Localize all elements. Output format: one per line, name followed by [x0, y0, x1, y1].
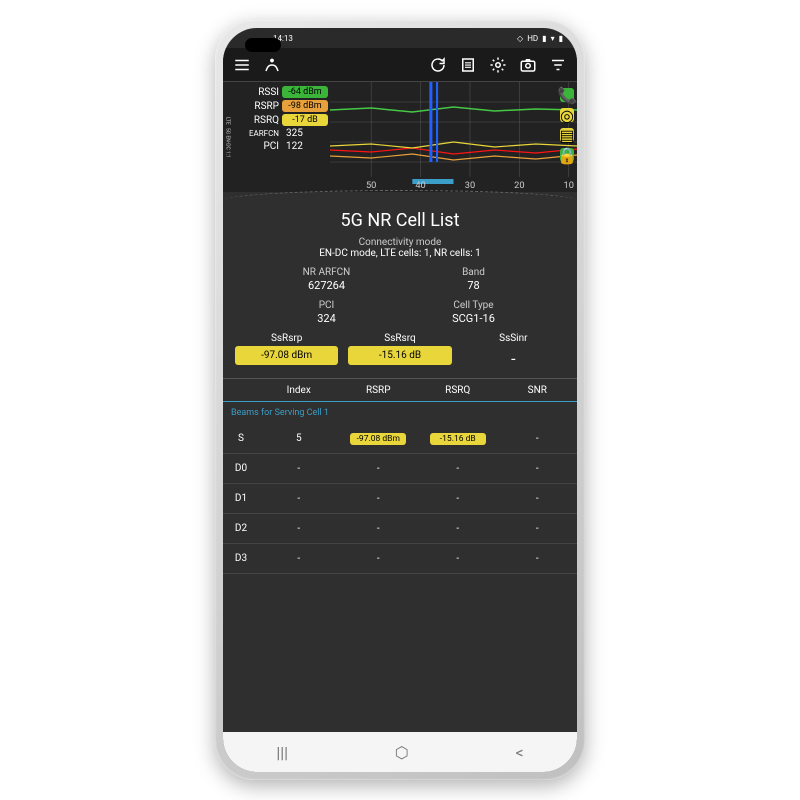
camera-notch [245, 38, 281, 52]
sssinr-label: SsSinr [462, 333, 565, 344]
recents-button[interactable]: ||| [276, 743, 288, 762]
rsrq-label: RSRQ [243, 115, 279, 126]
band-label: Band [400, 267, 547, 278]
beams-label: Beams for Serving Cell 1 [223, 402, 577, 424]
ssrsrp-label: SsRsrp [235, 333, 338, 344]
hd-indicator: HD [527, 34, 538, 43]
signal-chart: LTE 5G EN-DC 1:1 RSSI -64 dBm RSRP -98 d… [223, 82, 577, 192]
nr-pci-label: PCI [253, 300, 400, 311]
main-content: LTE 5G EN-DC 1:1 RSSI -64 dBm RSRP -98 d… [223, 82, 577, 732]
rsrq-value: -17 dB [282, 114, 328, 126]
table-row[interactable]: D3---- [223, 544, 577, 574]
svg-text:30: 30 [465, 181, 475, 191]
earfcn-label: EARFCN [243, 129, 279, 138]
table-header: Index RSRP RSRQ SNR [223, 378, 577, 402]
chart-sidetag: LTE 5G EN-DC 1:1 [223, 82, 232, 192]
celltype-label: Cell Type [400, 300, 547, 311]
app-toolbar [223, 48, 577, 82]
table-row[interactable]: D1---- [223, 484, 577, 514]
refresh-icon[interactable] [425, 52, 451, 78]
chart-phone-icon[interactable]: 📞 [560, 88, 574, 102]
rsrp-value: -98 dBm [282, 100, 328, 112]
home-button[interactable]: ⬡ [395, 743, 409, 762]
sssinr-value: - [462, 346, 565, 368]
rssi-value: -64 dBm [282, 86, 328, 98]
ssrsrp-value: -97.08 dBm [235, 346, 338, 365]
ssrsrq-value: -15.16 dB [348, 346, 451, 365]
nr-pci-value: 324 [253, 312, 400, 325]
signal-icon: ▮ [542, 34, 546, 43]
table-row[interactable]: S5-97.08 dBm-15.16 dB- [223, 424, 577, 454]
back-button[interactable]: < [515, 743, 523, 762]
divider [223, 192, 577, 208]
sort-icon[interactable] [545, 52, 571, 78]
pci-value: 122 [282, 141, 328, 152]
location-icon: ◇ [517, 34, 523, 43]
connectivity-value: EN-DC mode, LTE cells: 1, NR cells: 1 [223, 248, 577, 259]
arfcn-value: 627264 [253, 279, 400, 292]
camera-icon[interactable] [515, 52, 541, 78]
list-icon[interactable] [455, 52, 481, 78]
settings-icon[interactable] [485, 52, 511, 78]
earfcn-value: 325 [282, 128, 328, 139]
svg-text:20: 20 [514, 181, 524, 191]
pci-label: PCI [243, 141, 279, 152]
chart-target-icon[interactable]: ◎ [560, 108, 574, 122]
table-row[interactable]: D0---- [223, 454, 577, 484]
app-logo-icon[interactable] [259, 52, 285, 78]
android-navbar: ||| ⬡ < [223, 732, 577, 772]
menu-icon[interactable] [229, 52, 255, 78]
rssi-label: RSSI [243, 87, 279, 98]
chart-note-icon[interactable]: ▤ [560, 128, 574, 142]
band-value: 78 [400, 279, 547, 292]
rsrp-label: RSRP [243, 101, 279, 112]
svg-text:10: 10 [564, 181, 574, 191]
wifi-icon: ▾ [551, 34, 555, 43]
celltype-value: SCG1-16 [400, 312, 547, 325]
connectivity-label: Connectivity mode [223, 237, 577, 248]
ssrsrq-label: SsRsrq [348, 333, 451, 344]
chart-svg: 50 40 30 20 10 [330, 82, 577, 192]
chart-lock-icon[interactable]: 🔒 [560, 148, 574, 162]
table-row[interactable]: D2---- [223, 514, 577, 544]
battery-icon: ▮ [559, 34, 563, 43]
arfcn-label: NR ARFCN [253, 267, 400, 278]
section-title: 5G NR Cell List [223, 210, 577, 231]
